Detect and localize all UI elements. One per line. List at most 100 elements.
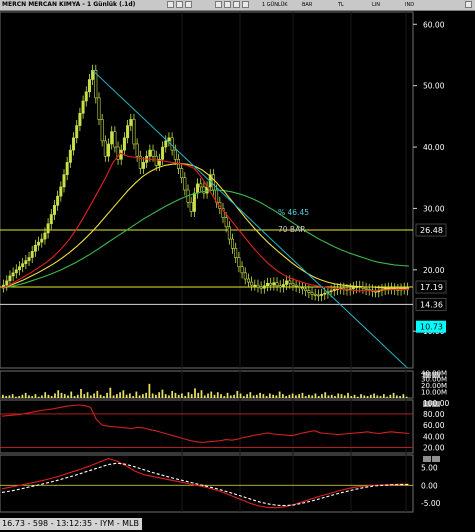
volume-bars	[2, 383, 408, 398]
chart-area: 10-2511-2512-2501-2602-262560.0050.0040.…	[0, 11, 449, 527]
candle-body	[189, 201, 193, 212]
volume-bar	[369, 394, 372, 398]
volume-bar	[119, 392, 121, 398]
volume-bar	[282, 394, 284, 398]
candle-body	[304, 288, 308, 291]
volume-bar	[145, 392, 148, 398]
volume-bar	[8, 395, 11, 398]
candle-body	[5, 280, 9, 286]
level-value: 17.19	[420, 283, 443, 292]
volume-bar	[109, 387, 112, 398]
ma-slow-line	[1, 189, 410, 289]
indicator-lines	[1, 69, 410, 509]
volume-bar	[148, 383, 151, 398]
volume-bar	[353, 394, 356, 398]
candle-body	[24, 260, 28, 264]
rsi-line	[1, 404, 410, 443]
volume-bar	[122, 390, 125, 398]
volume-bar	[295, 395, 297, 398]
candle-body	[122, 137, 126, 151]
volume-bar	[67, 395, 69, 398]
volume-bar	[31, 396, 34, 398]
volume-bar	[249, 392, 252, 398]
volume-bar	[278, 391, 281, 398]
volume-bar	[37, 396, 40, 398]
volume-bar	[125, 394, 128, 398]
volume-bar	[184, 396, 187, 398]
volume-bar	[311, 395, 314, 398]
candle-body	[75, 125, 79, 139]
candle-body	[272, 282, 276, 286]
chart-grid	[0, 12, 413, 512]
candle-body	[231, 238, 235, 249]
candle-body	[294, 284, 298, 287]
candle-body	[351, 287, 355, 290]
status-bar: 16.73 - 598 - 13:12:35 - IYM - MLB	[0, 515, 475, 532]
volume-bar	[132, 396, 134, 398]
volume-bar	[128, 393, 131, 398]
volume-bar	[181, 393, 183, 398]
rsi-tick-label: 40.00	[423, 432, 445, 441]
volume-bar	[402, 394, 405, 398]
volume-bar	[115, 394, 118, 398]
volume-bar	[226, 392, 229, 398]
volume-bar	[373, 393, 375, 398]
volume-bar	[236, 390, 239, 398]
macd-tick-label: 0.00	[421, 481, 438, 490]
candle-body	[246, 278, 250, 283]
volume-bar	[239, 393, 242, 398]
rsi-tick-label: 60.00	[423, 421, 445, 430]
candle-body	[269, 282, 273, 286]
volume-bar	[44, 392, 47, 398]
candle-body	[173, 149, 177, 160]
candle-body	[68, 149, 72, 163]
candle-body	[62, 174, 66, 188]
level-value: 26.48	[420, 226, 443, 235]
volume-bar	[86, 392, 89, 398]
volume-bar	[174, 392, 177, 398]
chart-panes	[0, 11, 440, 513]
volume-bar	[314, 393, 317, 398]
volume-bar	[392, 392, 395, 398]
volume-bar	[203, 395, 206, 398]
macd-signal-line	[1, 462, 409, 507]
trend-line	[92, 69, 408, 369]
axis-labels: 10-2511-2512-2501-2602-262560.0050.0040.…	[129, 20, 449, 527]
candle-body	[148, 149, 152, 157]
volume-bar	[252, 395, 255, 398]
candle-body	[132, 119, 136, 145]
candle-body	[97, 97, 101, 120]
volume-bar	[28, 395, 30, 398]
volume-bar	[268, 393, 271, 398]
candle-body	[17, 266, 21, 271]
volume-bar	[161, 389, 164, 398]
candle-body	[307, 290, 311, 293]
volume-bar	[80, 389, 82, 398]
candle-body	[266, 282, 270, 287]
candle-body	[78, 112, 82, 126]
candle-body	[59, 186, 63, 197]
volume-bar	[216, 392, 219, 398]
volume-bar	[168, 395, 170, 398]
volume-bar	[347, 392, 349, 398]
rsi-tick-label: 80.00	[423, 410, 445, 419]
volume-bar	[207, 393, 209, 398]
ma-fast-line	[1, 152, 409, 292]
candle-body	[11, 272, 15, 277]
volume-bar	[304, 396, 307, 398]
volume-bar	[275, 395, 278, 398]
candle-body	[27, 257, 31, 261]
volume-bar	[102, 396, 105, 398]
candle-body	[72, 137, 76, 151]
candle-body	[21, 263, 25, 268]
volume-bar	[5, 396, 8, 398]
volume-bar	[50, 396, 53, 398]
volume-bar	[259, 392, 261, 398]
candle-body	[14, 269, 18, 274]
volume-bar	[210, 391, 213, 398]
candle-body	[262, 285, 266, 289]
volume-bar	[11, 394, 14, 398]
volume-bar	[142, 394, 144, 398]
volume-bar	[262, 394, 265, 398]
level-value: 10.73	[420, 323, 443, 332]
